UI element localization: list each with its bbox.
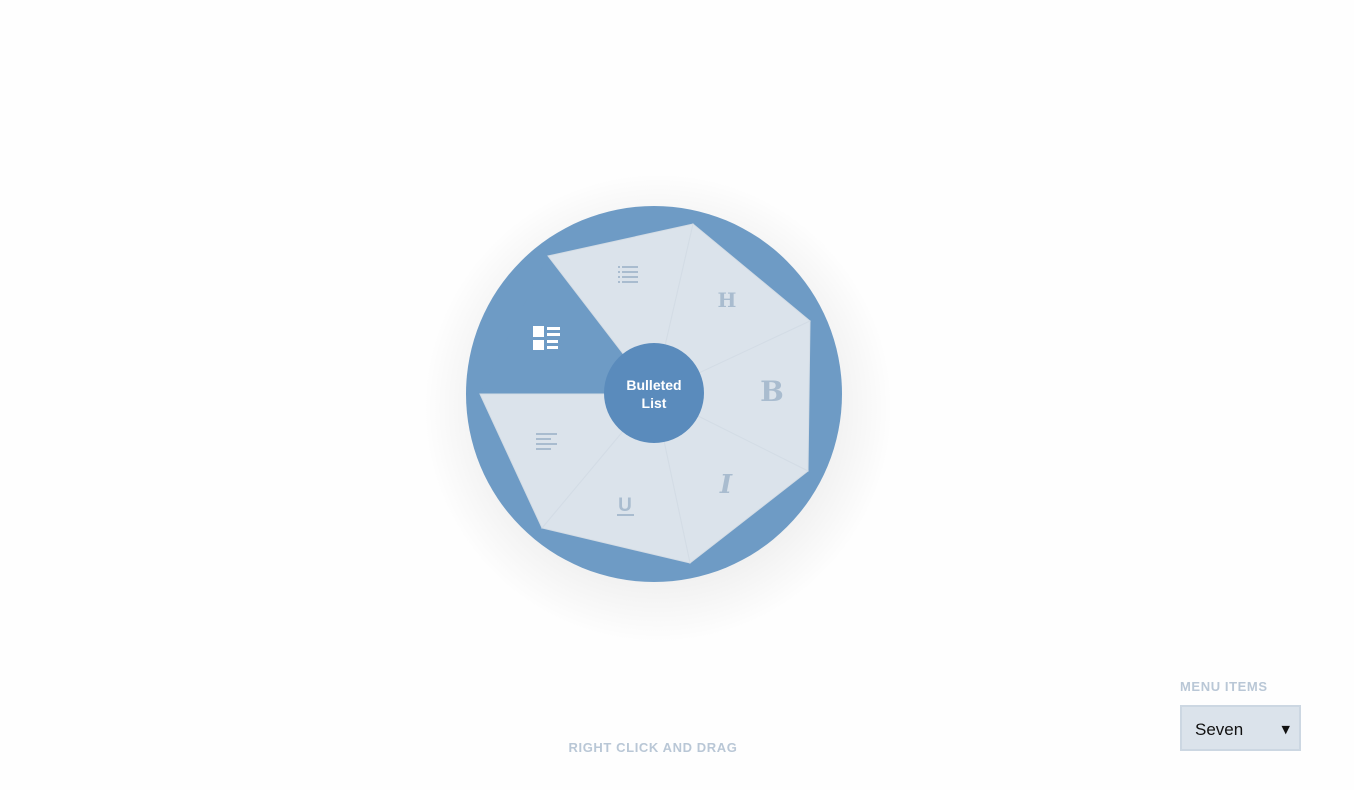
instruction-hint: RIGHT CLICK AND DRAG bbox=[568, 740, 738, 755]
dropdown-arrow-icon: ▼ bbox=[1281, 723, 1290, 736]
stage: H B I U Bulleted List RIGHT CLICK AND DR… bbox=[0, 0, 1354, 790]
menu-items-select[interactable]: Seven ▼ bbox=[1180, 705, 1301, 751]
menu-items-label: MENU ITEMS bbox=[1180, 679, 1268, 694]
menu-slices bbox=[479, 223, 811, 564]
radial-menu[interactable]: H B I U Bulleted List bbox=[0, 0, 1354, 790]
menu-items-select-value: Seven bbox=[1195, 720, 1244, 739]
